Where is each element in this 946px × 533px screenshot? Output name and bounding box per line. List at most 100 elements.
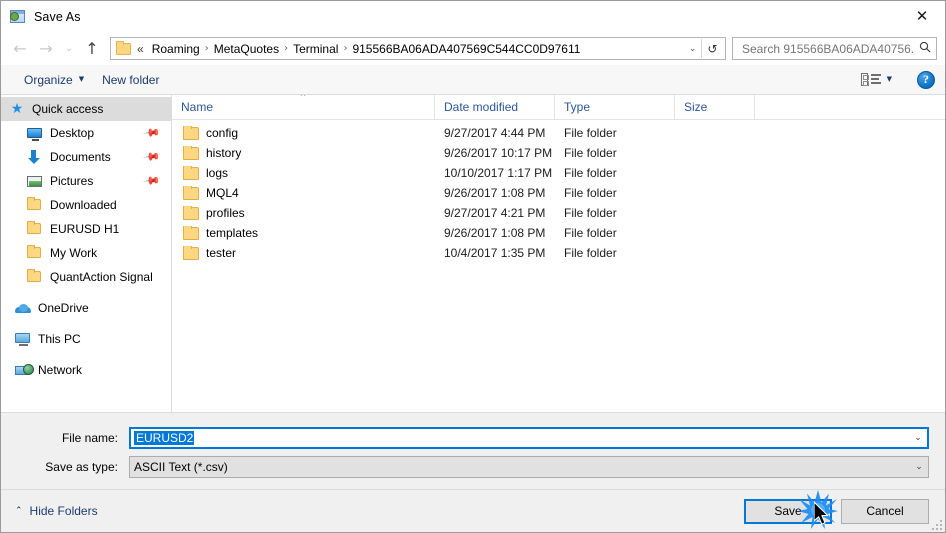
save-button[interactable]: Save <box>744 498 832 524</box>
chevron-down-icon: ▼ <box>78 75 85 83</box>
sidebar-item-quick-access[interactable]: ★ Quick access <box>1 97 171 121</box>
sidebar-item-downloaded[interactable]: Downloaded <box>1 193 171 217</box>
hide-folders-label: Hide Folders <box>29 504 98 518</box>
column-header-name[interactable]: Name <box>172 95 435 119</box>
folder-icon <box>183 206 199 220</box>
folder-icon <box>183 126 199 140</box>
breadcrumb-item-terminal[interactable]: Terminal <box>289 40 342 58</box>
footer-buttons: Save Cancel <box>744 498 929 524</box>
sidebar-item-label: Quick access <box>32 102 104 116</box>
cell-date-modified: 9/26/2017 1:08 PM <box>444 186 546 200</box>
table-row[interactable]: tester 10/4/2017 1:35 PM File folder <box>172 243 945 263</box>
search-input[interactable] <box>740 40 917 57</box>
column-header-date-modified[interactable]: Date modified <box>435 95 555 119</box>
recent-locations-chevron-down-icon[interactable]: ⌄ <box>59 36 79 62</box>
chevron-down-icon[interactable]: ⌄ <box>910 462 928 472</box>
window-title: Save As <box>34 9 81 24</box>
table-row[interactable]: history 9/26/2017 10:17 PM File folder <box>172 143 945 163</box>
pictures-icon <box>27 173 43 189</box>
file-name-selected-text: EURUSD2 <box>134 431 195 445</box>
sidebar-item-documents[interactable]: Documents 📌 <box>1 145 171 169</box>
column-header-label: Name <box>181 100 214 114</box>
sidebar-item-label: Downloaded <box>50 198 117 212</box>
cell-type: File folder <box>564 186 617 200</box>
desktop-icon <box>27 125 43 141</box>
search-icon[interactable] <box>917 41 932 57</box>
up-icon[interactable]: ↑ <box>79 36 105 62</box>
column-header-type[interactable]: Type <box>555 95 675 119</box>
cell-type: File folder <box>564 246 617 260</box>
breadcrumb-item-metaquotes[interactable]: MetaQuotes <box>210 40 283 58</box>
chevron-down-icon: ▼ <box>886 75 892 83</box>
breadcrumb-overflow-icon[interactable]: « <box>135 40 148 58</box>
sidebar-item-desktop[interactable]: Desktop 📌 <box>1 121 171 145</box>
save-as-type-select[interactable]: ASCII Text (*.csv) ⌄ <box>129 456 929 478</box>
search-box[interactable] <box>732 37 937 60</box>
sidebar-item-label: Pictures <box>50 174 94 188</box>
folder-icon <box>27 221 43 237</box>
table-row[interactable]: logs 10/10/2017 1:17 PM File folder <box>172 163 945 183</box>
organize-button[interactable]: Organize ▼ <box>15 69 93 91</box>
folder-icon <box>27 197 43 213</box>
cell-date-modified: 9/26/2017 10:17 PM <box>444 146 553 160</box>
column-header-size[interactable]: Size <box>675 95 755 119</box>
sidebar-item-quantaction-signal[interactable]: QuantAction Signal <box>1 265 171 289</box>
change-view-button[interactable]: ▼ <box>852 68 901 92</box>
network-icon <box>15 362 34 378</box>
save-as-window-icon <box>10 9 26 25</box>
file-name-label: File name: <box>61 431 118 445</box>
folder-icon <box>183 246 199 260</box>
folder-icon <box>183 226 199 240</box>
sidebar-item-network[interactable]: Network <box>1 358 171 382</box>
table-row[interactable]: MQL4 9/26/2017 1:08 PM File folder <box>172 183 945 203</box>
file-name-label: history <box>206 146 242 160</box>
folder-icon <box>183 166 199 180</box>
cancel-button[interactable]: Cancel <box>841 498 929 524</box>
organize-label: Organize <box>24 72 73 87</box>
chevron-down-icon[interactable]: ⌄ <box>909 433 927 443</box>
table-row[interactable]: templates 9/26/2017 1:08 PM File folder <box>172 223 945 243</box>
hide-folders-button[interactable]: ⌃ Hide Folders <box>15 504 98 518</box>
file-name-label: profiles <box>206 206 245 220</box>
breadcrumb-item-roaming[interactable]: Roaming <box>148 40 204 58</box>
sidebar-item-label: QuantAction Signal <box>50 270 153 284</box>
pin-icon[interactable]: 📌 <box>143 172 162 191</box>
cell-date-modified: 10/4/2017 1:35 PM <box>444 246 546 260</box>
resize-grip[interactable] <box>929 517 942 530</box>
pin-icon[interactable]: 📌 <box>143 124 162 143</box>
sidebar-item-eurusd-h1[interactable]: EURUSD H1 <box>1 217 171 241</box>
folder-icon <box>27 245 43 261</box>
dialog-footer: ⌃ Hide Folders Save Cancel <box>1 489 945 532</box>
onedrive-icon <box>15 300 31 316</box>
breadcrumb-item-guid[interactable]: 915566BA06ADA407569C544CC0D97611 <box>348 40 584 58</box>
address-bar[interactable]: « Roaming › MetaQuotes › Terminal › 9155… <box>110 37 726 60</box>
folder-icon <box>183 186 199 200</box>
cell-type: File folder <box>564 146 617 160</box>
refresh-icon[interactable]: ↺ <box>702 42 723 56</box>
sidebar-item-this-pc[interactable]: This PC <box>1 327 171 351</box>
address-chevron-down-icon[interactable]: ⌄ <box>684 44 701 54</box>
chevron-up-icon: ⌃ <box>15 506 23 516</box>
close-icon[interactable]: ✕ <box>899 1 945 32</box>
cell-date-modified: 9/27/2017 4:44 PM <box>444 126 546 140</box>
sidebar-item-pictures[interactable]: Pictures 📌 <box>1 169 171 193</box>
sidebar-item-my-work[interactable]: My Work <box>1 241 171 265</box>
forward-icon[interactable]: → <box>33 36 59 62</box>
sidebar-item-label: EURUSD H1 <box>50 222 120 236</box>
cell-date-modified: 9/27/2017 4:21 PM <box>444 206 546 220</box>
back-icon[interactable]: ← <box>7 36 33 62</box>
cell-name: tester <box>172 246 435 260</box>
file-name-input[interactable]: EURUSD2 ⌄ <box>129 427 929 449</box>
save-as-type-label: Save as type: <box>45 460 118 474</box>
sidebar-item-onedrive[interactable]: OneDrive <box>1 296 171 320</box>
cell-name: history <box>172 146 435 160</box>
pin-icon[interactable]: 📌 <box>143 148 162 167</box>
table-row[interactable]: config 9/27/2017 4:44 PM File folder <box>172 123 945 143</box>
sidebar-item-label: Network <box>38 363 83 377</box>
table-row[interactable]: profiles 9/27/2017 4:21 PM File folder <box>172 203 945 223</box>
cell-name: config <box>172 126 435 140</box>
new-folder-button[interactable]: New folder <box>93 69 168 91</box>
help-icon[interactable]: ? <box>917 70 935 89</box>
cell-date-modified: 10/10/2017 1:17 PM <box>444 166 553 180</box>
this-pc-icon <box>15 331 31 347</box>
